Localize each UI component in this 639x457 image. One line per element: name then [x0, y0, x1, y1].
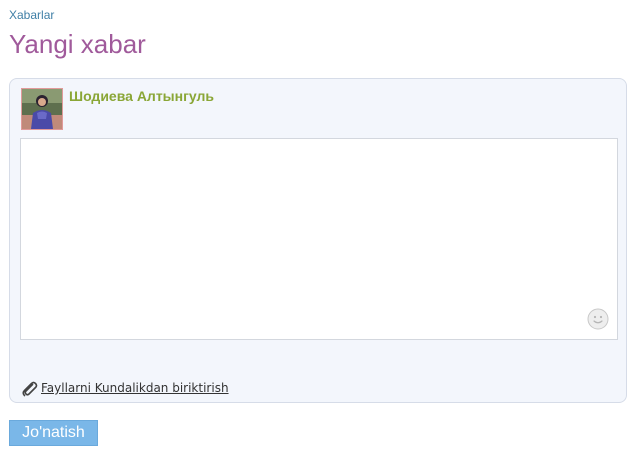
paperclip-icon [20, 379, 38, 397]
attach-files-label[interactable]: Fayllarni Kundalikdan biriktirish [41, 381, 229, 395]
sender-avatar [21, 88, 63, 130]
sender-name: Шодиева Алтынгуль [69, 88, 215, 104]
breadcrumb-messages-link[interactable]: Xabarlar [9, 7, 54, 23]
send-button[interactable]: Jo'natish [9, 420, 98, 446]
new-message-page: Xabarlar Yangi xabar Шодиева Алтынгуль F… [0, 0, 639, 457]
user-photo-icon [22, 89, 62, 129]
message-body-input[interactable] [20, 138, 618, 340]
attach-files-link[interactable]: Fayllarni Kundalikdan biriktirish [20, 379, 229, 397]
smiley-icon[interactable] [587, 308, 609, 330]
page-title: Yangi xabar [9, 29, 146, 59]
message-compose-panel: Шодиева Алтынгуль Fayllarni Kundalikdan … [9, 78, 627, 403]
